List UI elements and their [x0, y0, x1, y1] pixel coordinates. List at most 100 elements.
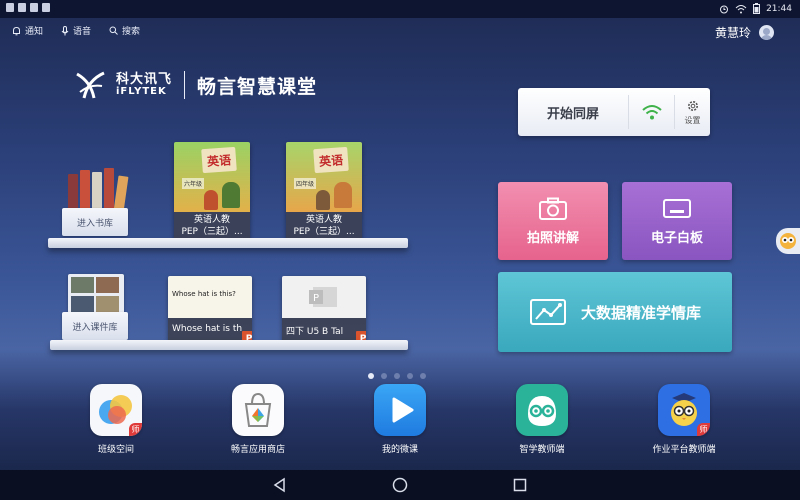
analytics-icon — [529, 299, 566, 325]
search-icon — [109, 26, 118, 35]
courseware-slide-text: Whose hat is this? — [172, 290, 236, 298]
cover-illustration — [222, 182, 240, 208]
status-bar: 21:44 — [0, 0, 800, 18]
photo-explain-label: 拍照讲解 — [526, 230, 579, 246]
notification-app-icon — [18, 3, 26, 12]
notification-icons — [6, 3, 50, 12]
page-dot[interactable] — [407, 373, 413, 379]
cover-illustration — [316, 190, 330, 210]
page-dot[interactable] — [394, 373, 400, 379]
photo-explain-tile[interactable]: 拍照讲解 — [498, 182, 608, 260]
notification-app-icon — [42, 3, 50, 12]
courseware-thumbnail: P — [282, 276, 366, 318]
owl-mascot-icon — [780, 233, 796, 249]
avatar[interactable] — [759, 25, 774, 40]
dock-app[interactable]: 师 作业平台教师端 — [624, 384, 744, 455]
app-dock: 师 班级空间 畅言应用商店 我的微课 智学教师端 师 作业平台教师端 — [0, 384, 800, 466]
user-profile[interactable]: 黄慧玲 — [715, 24, 774, 41]
whiteboard-label: 电子白板 — [650, 230, 703, 246]
page-indicator — [368, 373, 426, 379]
homework-teacher-icon: 师 — [658, 384, 710, 436]
bigdata-tile[interactable]: 大数据精准学情库 — [498, 272, 732, 352]
bell-icon — [13, 26, 20, 35]
teacher-badge: 师 — [697, 423, 710, 436]
screencast-settings-button[interactable]: 设置 — [674, 95, 710, 129]
page-dot[interactable] — [368, 373, 374, 379]
gear-icon — [687, 100, 698, 111]
back-icon — [273, 477, 285, 493]
courseware-illustration — [68, 274, 124, 316]
courseware-thumbnail: Whose hat is this? — [168, 276, 252, 318]
app-logo: 科大讯飞 iFLYTEK 畅言智慧课堂 — [74, 70, 317, 100]
assistant-float-button[interactable] — [776, 228, 800, 254]
home-button[interactable] — [390, 475, 410, 495]
alarm-icon — [720, 5, 729, 13]
textbook-caption: 英语人教 PEP（三起）... — [286, 212, 362, 240]
teacher-badge: 师 — [129, 423, 142, 436]
owl-glyph — [528, 396, 556, 426]
textbook-caption-line2: PEP（三起）... — [181, 227, 243, 237]
dock-app-label: 班级空间 — [97, 445, 134, 455]
cover-illustration — [204, 190, 218, 210]
micro-lesson-icon — [374, 384, 426, 436]
user-name: 黄慧玲 — [714, 26, 751, 40]
notify-label: 通知 — [25, 27, 44, 37]
dock-app[interactable]: 我的微课 — [340, 384, 460, 455]
textbook-title: 英语 — [201, 146, 237, 174]
courseware-caption: Whose hat is th — [168, 318, 252, 342]
start-screencast-button[interactable]: 开始同屏 — [518, 103, 628, 122]
wifi-status-icon — [735, 4, 747, 13]
textbook-caption: 英语人教 PEP（三起）... — [174, 212, 250, 240]
product-name: 畅言智慧课堂 — [197, 75, 318, 98]
battery-icon — [753, 3, 761, 14]
zhixue-teacher-icon — [516, 384, 568, 436]
brand-name-cn: 科大讯飞 — [116, 71, 173, 87]
iflytek-logo-icon — [76, 71, 105, 99]
textbook-card[interactable]: 英语 四年级 英语人教 PEP（三起）... — [286, 142, 362, 240]
screencast-wifi-button[interactable] — [628, 95, 674, 129]
textbook-caption-line2: PEP（三起）... — [293, 227, 355, 237]
courseware-caption: 四下 U5 B Tal — [282, 318, 366, 342]
settings-label: 设置 — [684, 115, 701, 125]
powerpoint-placeholder-icon: P — [309, 287, 337, 307]
dock-app-label: 我的微课 — [381, 445, 418, 455]
wifi-icon — [641, 105, 662, 120]
system-navigation-bar — [0, 470, 800, 500]
dock-app[interactable]: 师 班级空间 — [56, 384, 176, 455]
notification-app-icon — [6, 3, 14, 12]
page-dot[interactable] — [381, 373, 387, 379]
recents-button[interactable] — [510, 475, 530, 495]
camera-icon — [539, 197, 567, 220]
page-dot[interactable] — [420, 373, 426, 379]
svg-text:P: P — [313, 293, 319, 304]
dock-app-label: 智学教师端 — [519, 445, 565, 455]
whiteboard-tile[interactable]: 电子白板 — [622, 182, 732, 260]
search-button[interactable]: 搜索 — [109, 24, 140, 37]
books-illustration — [68, 168, 129, 213]
microphone-icon — [61, 25, 69, 35]
textbook-caption-line1: 英语人教 — [305, 215, 342, 225]
textbook-card[interactable]: 英语 六年级 英语人教 PEP（三起）... — [174, 142, 250, 240]
bookshelf-top — [48, 238, 408, 248]
dock-app[interactable]: 智学教师端 — [482, 384, 602, 455]
enter-courseware-button[interactable]: 进入课件库 — [62, 312, 128, 340]
dock-app[interactable]: 畅言应用商店 — [198, 384, 318, 455]
courseware-card[interactable]: Whose hat is this? Whose hat is th P — [168, 276, 252, 342]
courseware-card[interactable]: P 四下 U5 B Tal P — [282, 276, 366, 342]
whiteboard-icon — [663, 198, 691, 218]
cover-illustration — [334, 182, 352, 208]
class-space-icon: 师 — [90, 384, 142, 436]
voice-button[interactable]: 语音 — [61, 24, 91, 37]
clock-text: 21:44 — [766, 3, 792, 14]
back-button[interactable] — [270, 475, 290, 495]
play-glyph — [392, 397, 414, 423]
textbook-caption-line1: 英语人教 — [193, 215, 230, 225]
notify-button[interactable]: 通知 — [12, 24, 43, 37]
textbook-cover: 英语 六年级 — [174, 142, 250, 212]
enter-library-button[interactable]: 进入书库 — [62, 208, 128, 236]
system-status: 21:44 — [719, 3, 792, 14]
app-store-glyph — [244, 392, 272, 427]
home-icon — [392, 477, 408, 493]
app-store-icon — [232, 384, 284, 436]
screen-cast-panel: 开始同屏 设置 — [518, 88, 710, 136]
